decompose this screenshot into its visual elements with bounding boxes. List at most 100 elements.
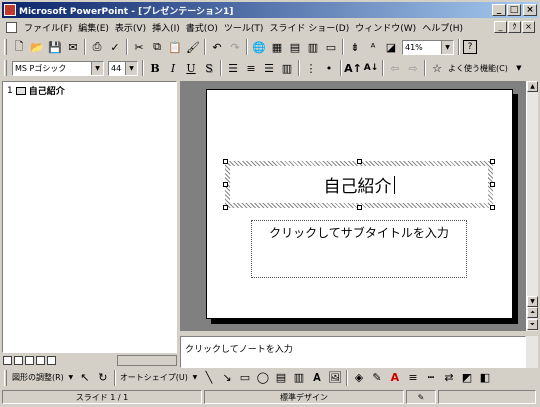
decrease-font-icon[interactable]: A↓: [363, 60, 379, 76]
arrow-icon[interactable]: ↘: [219, 370, 235, 386]
email-icon[interactable]: ✉: [65, 39, 81, 55]
wordart-icon[interactable]: 𝐀: [309, 370, 325, 386]
hyperlink-icon[interactable]: 🌐: [251, 39, 267, 55]
menu-edit[interactable]: 編集(E): [75, 21, 112, 34]
minimize-button[interactable]: _: [492, 4, 506, 16]
resize-handle[interactable]: [223, 205, 228, 210]
resize-handle[interactable]: [223, 159, 228, 164]
next-slide-icon[interactable]: ⏷: [527, 319, 538, 330]
insert-table-icon[interactable]: ▤: [287, 39, 303, 55]
horizontal-scrollbar[interactable]: [117, 354, 177, 366]
fill-color-icon[interactable]: ◈: [351, 370, 367, 386]
help-icon[interactable]: ?: [463, 40, 477, 54]
menu-format[interactable]: 書式(O): [183, 21, 221, 34]
numbering-icon[interactable]: ⋮: [303, 60, 319, 76]
scroll-down-icon[interactable]: ▼: [527, 296, 538, 307]
toolbar-grip[interactable]: [4, 60, 7, 76]
slide-title-text[interactable]: 自己紹介: [324, 172, 392, 197]
maximize-button[interactable]: □: [507, 4, 521, 16]
autoshape-button[interactable]: オートシェイプ(U): [118, 372, 190, 383]
menu-view[interactable]: 表示(V): [112, 21, 149, 34]
draw-menu-button[interactable]: 図形の調整(R): [10, 372, 66, 383]
3d-icon[interactable]: ◧: [477, 370, 493, 386]
spellcheck-status-icon[interactable]: ✎: [406, 390, 436, 404]
scroll-up-icon[interactable]: ▲: [527, 81, 538, 92]
oval-icon[interactable]: ◯: [255, 370, 271, 386]
arrow-style-icon[interactable]: ⇄: [441, 370, 457, 386]
font-color-icon[interactable]: A: [387, 370, 403, 386]
toolbar-grip[interactable]: [4, 39, 7, 55]
notes-pane[interactable]: クリックしてノートを入力: [180, 336, 526, 368]
document-icon[interactable]: [6, 21, 17, 33]
doc-restore-button[interactable]: ｸ: [508, 21, 521, 33]
vertical-scrollbar[interactable]: ▲ ▼ ⏶ ⏷: [526, 81, 538, 331]
bold-button[interactable]: B: [147, 60, 163, 76]
font-select[interactable]: MS Pゴシック ▼: [12, 60, 104, 76]
outline-slide-title[interactable]: 自己紹介: [29, 84, 65, 97]
animation-icon[interactable]: ☆: [429, 60, 445, 76]
menu-tools[interactable]: ツール(T): [221, 21, 267, 34]
chevron-down-icon[interactable]: ▼: [125, 61, 137, 75]
rotate-icon[interactable]: ↻: [95, 370, 111, 386]
dash-style-icon[interactable]: ┅: [423, 370, 439, 386]
resize-handle[interactable]: [490, 182, 495, 187]
distribute-icon[interactable]: ▥: [279, 60, 295, 76]
new-slide-icon[interactable]: ▭: [323, 39, 339, 55]
bullets-icon[interactable]: •: [321, 60, 337, 76]
line-color-icon[interactable]: ✎: [369, 370, 385, 386]
title-text-area[interactable]: 自己紹介: [230, 166, 488, 203]
menu-window[interactable]: ウィンドウ(W): [352, 21, 419, 34]
shadow-icon[interactable]: ◩: [459, 370, 475, 386]
menu-insert[interactable]: 挿入(I): [149, 21, 183, 34]
copy-icon[interactable]: ⧉: [149, 39, 165, 55]
slide-sorter-icon[interactable]: [36, 355, 45, 365]
resize-handle[interactable]: [357, 205, 362, 210]
grayscale-icon[interactable]: ◪: [383, 39, 399, 55]
menu-file[interactable]: ファイル(F): [21, 21, 75, 34]
chevron-down-icon[interactable]: ▼: [91, 61, 103, 75]
doc-minimize-button[interactable]: _: [494, 21, 507, 33]
resize-handle[interactable]: [223, 182, 228, 187]
tables-borders-icon[interactable]: ▦: [269, 39, 285, 55]
align-left-icon[interactable]: ☰: [225, 60, 241, 76]
close-button[interactable]: ×: [523, 4, 537, 16]
outline-pane[interactable]: 1 自己紹介: [2, 81, 177, 353]
open-icon[interactable]: 📂: [29, 39, 45, 55]
underline-button[interactable]: U: [183, 60, 199, 76]
subtitle-placeholder[interactable]: クリックしてサブタイトルを入力: [251, 220, 467, 278]
print-icon[interactable]: ⎙: [89, 39, 105, 55]
notes-scrollbar[interactable]: [526, 336, 538, 368]
menu-slideshow[interactable]: スライド ショー(D): [266, 21, 352, 34]
textbox-icon[interactable]: ▤: [273, 370, 289, 386]
toolbar-grip[interactable]: [4, 369, 7, 386]
vertical-textbox-icon[interactable]: ▥: [291, 370, 307, 386]
insert-chart-icon[interactable]: ▥: [305, 39, 321, 55]
select-pointer-icon[interactable]: ↖: [77, 370, 93, 386]
resize-handle[interactable]: [357, 159, 362, 164]
save-icon[interactable]: 💾: [47, 39, 63, 55]
paste-icon[interactable]: 📋: [167, 39, 183, 55]
expand-all-icon[interactable]: ⇟: [347, 39, 363, 55]
slide-view-icon[interactable]: [25, 355, 34, 365]
title-placeholder[interactable]: 自己紹介: [225, 161, 493, 208]
clipart-icon[interactable]: 🖼: [327, 370, 343, 386]
rectangle-icon[interactable]: ▭: [237, 370, 253, 386]
prev-slide-icon[interactable]: ⏶: [527, 307, 538, 318]
format-painter-icon[interactable]: 🖌: [185, 39, 201, 55]
line-icon[interactable]: ╲: [201, 370, 217, 386]
align-center-icon[interactable]: ≡: [243, 60, 259, 76]
powerpoint-icon[interactable]: [4, 4, 16, 16]
redo-icon[interactable]: ↷: [227, 39, 243, 55]
outline-view-icon[interactable]: [14, 355, 23, 365]
slideshow-icon[interactable]: [47, 355, 56, 365]
chevron-down-icon[interactable]: ▼: [511, 60, 527, 76]
increase-font-icon[interactable]: A↑: [344, 60, 362, 76]
italic-button[interactable]: I: [165, 60, 181, 76]
show-formatting-icon[interactable]: ᴬ: [365, 39, 381, 55]
chevron-down-icon[interactable]: ▼: [191, 370, 199, 386]
normal-view-icon[interactable]: [3, 355, 12, 365]
chevron-down-icon[interactable]: ▼: [67, 370, 75, 386]
common-tasks-button[interactable]: よく使う機能(C): [446, 63, 510, 74]
new-icon[interactable]: 🗋: [11, 39, 27, 55]
undo-icon[interactable]: ↶: [209, 39, 225, 55]
